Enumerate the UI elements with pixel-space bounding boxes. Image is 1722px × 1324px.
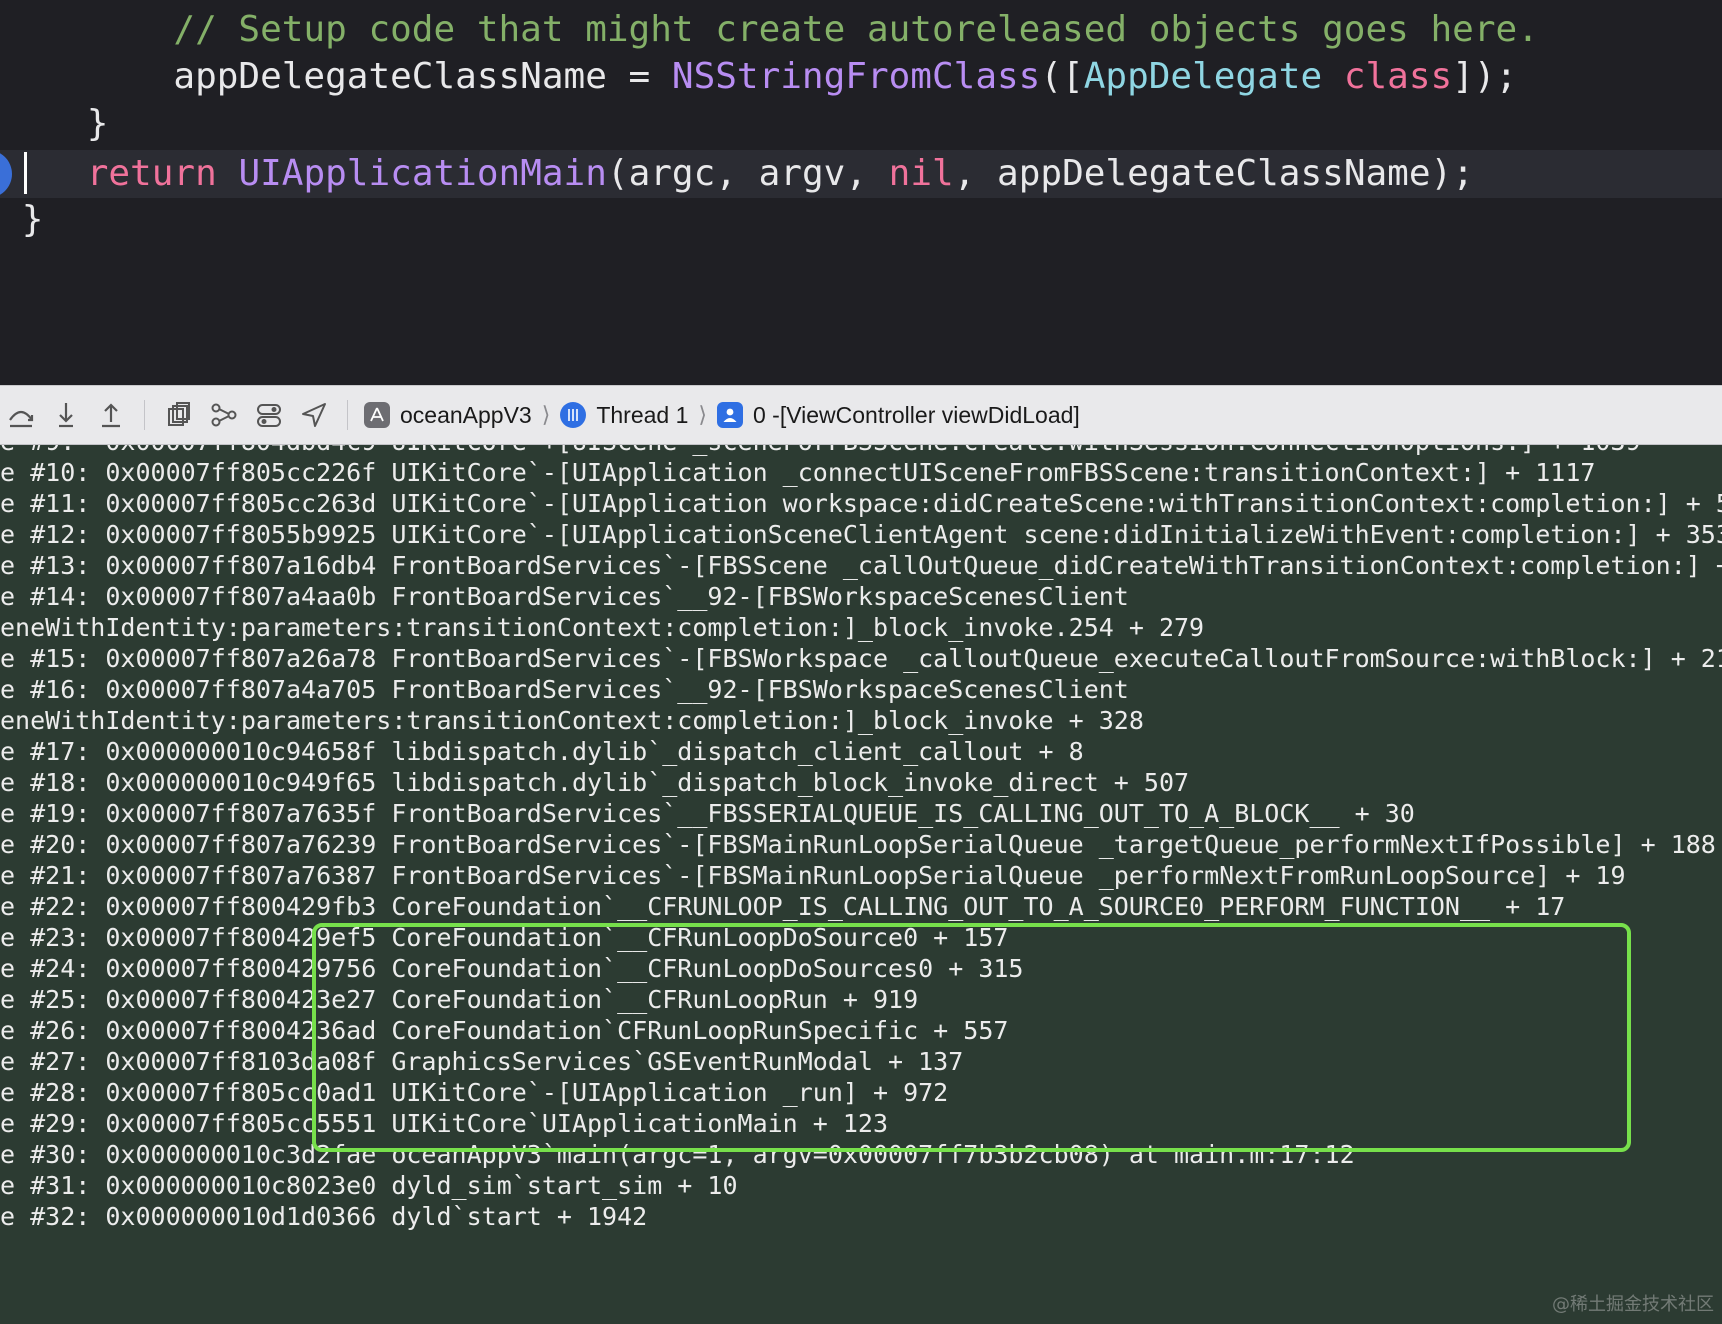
- code-token: UIApplicationMain: [238, 153, 607, 194]
- stack-frame-line: e #32: 0x000000010d1d0366 dyld`start + 1…: [0, 1202, 648, 1231]
- code-token: // Setup code that might create autorele…: [173, 9, 1539, 50]
- chevron-right-icon: ⟩: [698, 402, 707, 427]
- toolbar-divider: [347, 400, 348, 430]
- code-token: (argc, argv,: [606, 153, 889, 194]
- code-editor[interactable]: // Setup code that might create autorele…: [0, 0, 1722, 385]
- code-token: }: [21, 199, 44, 240]
- code-token: return: [86, 153, 217, 194]
- code-token: class: [1343, 56, 1453, 97]
- breadcrumb-thread-label: Thread 1: [596, 401, 689, 428]
- environment-overrides-icon[interactable]: [252, 398, 286, 432]
- code-token: }: [86, 103, 109, 144]
- view-hierarchy-icon[interactable]: [162, 398, 196, 432]
- stack-frame-line: e #15: 0x00007ff807a26a78 FrontBoardServ…: [0, 644, 1722, 673]
- code-token: AppDelegate: [1083, 56, 1323, 97]
- stack-frame-line: e #13: 0x00007ff807a16db4 FrontBoardServ…: [0, 551, 1722, 580]
- code-token: ]);: [1452, 56, 1518, 97]
- breadcrumb-frame-label: 0 -[ViewController viewDidLoad]: [752, 401, 1080, 428]
- stack-frame-line: e #22: 0x00007ff800429fb3 CoreFoundation…: [0, 892, 1566, 921]
- debug-toolbar: oceanAppV3 ⟩ Thread 1 ⟩ 0 -[ViewControll…: [0, 385, 1722, 445]
- stack-frame-line: e #10: 0x00007ff805cc226f UIKitCore`-[UI…: [0, 458, 1596, 487]
- chevron-right-icon: ⟩: [541, 402, 551, 427]
- code-token: appDelegateClassName =: [173, 56, 672, 97]
- debug-console[interactable]: e #9: 0x00007ff804dbd4c9 UIKitCore`+[UIS…: [0, 445, 1722, 1324]
- code-token: ([: [1040, 56, 1084, 97]
- code-line: appDelegateClassName = NSStringFromClass…: [0, 53, 1722, 101]
- breadcrumb-app[interactable]: oceanAppV3 ⟩: [364, 402, 550, 429]
- code-line: }: [0, 100, 1722, 148]
- code-token: NSStringFromClass: [671, 56, 1041, 97]
- app-icon: [364, 402, 390, 428]
- stack-frame-line: e #18: 0x000000010c949f65 libdispatch.dy…: [0, 768, 1190, 797]
- code-line: }: [0, 196, 1722, 244]
- step-out-icon[interactable]: [94, 398, 128, 432]
- breadcrumb-thread[interactable]: Thread 1 ⟩: [560, 402, 707, 429]
- toolbar-divider: [144, 400, 145, 430]
- step-into-icon[interactable]: [49, 398, 83, 432]
- stack-frame-line: e #19: 0x00007ff807a7635f FrontBoardServ…: [0, 799, 1415, 828]
- simulate-location-icon[interactable]: [297, 398, 331, 432]
- stack-frame-line: e #14: 0x00007ff807a4aa0b FrontBoardServ…: [0, 582, 1129, 611]
- code-line: // Setup code that might create autorele…: [0, 6, 1722, 54]
- watermark: @稀土掘金技术社区: [1552, 1294, 1714, 1315]
- stack-frame-line: e #31: 0x000000010c8023e0 dyld_sim`start…: [0, 1171, 738, 1200]
- text-cursor: [24, 152, 27, 194]
- user-frame-icon: [716, 402, 743, 428]
- breadcrumb-frame[interactable]: 0 -[ViewController viewDidLoad]: [716, 401, 1080, 429]
- code-token: nil: [888, 153, 954, 194]
- stack-frame-line: e #17: 0x000000010c94658f libdispatch.dy…: [0, 737, 1084, 766]
- current-line: return UIApplicationMain(argc, argv, nil…: [0, 150, 1722, 198]
- code-token: , appDelegateClassName);: [953, 153, 1474, 194]
- stack-frame-line: eneWithIdentity:parameters:transitionCon…: [0, 706, 1144, 735]
- memory-graph-icon[interactable]: [207, 398, 241, 432]
- step-over-icon[interactable]: [4, 398, 38, 432]
- stack-frame-line: e #12: 0x00007ff8055b9925 UIKitCore`-[UI…: [0, 520, 1722, 549]
- highlight-annotation-box: [312, 923, 1631, 1152]
- stack-frame-line: e #20: 0x00007ff807a76239 FrontBoardServ…: [0, 830, 1716, 859]
- stack-frame-line: e #16: 0x00007ff807a4a705 FrontBoardServ…: [0, 675, 1129, 704]
- stack-frame-line: e #11: 0x00007ff805cc263d UIKitCore`-[UI…: [0, 489, 1722, 518]
- stack-frame-line: eneWithIdentity:parameters:transitionCon…: [0, 613, 1205, 642]
- thread-icon: [560, 402, 587, 428]
- stack-frame-line: e #21: 0x00007ff807a76387 FrontBoardServ…: [0, 861, 1626, 890]
- breadcrumb-app-label: oceanAppV3: [400, 401, 532, 428]
